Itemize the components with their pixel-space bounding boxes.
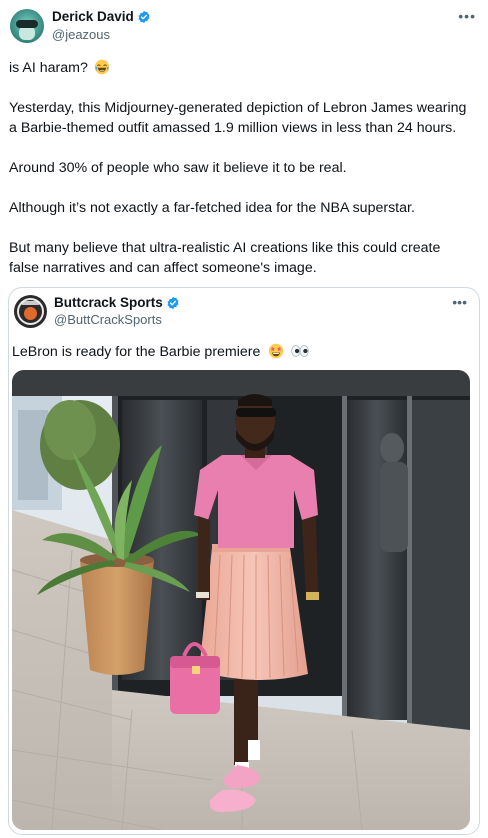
quoted-text: LeBron is ready for the Barbie premiere	[12, 344, 261, 360]
quoted-author-handle[interactable]: @ButtCrackSports	[54, 312, 162, 327]
tweet-media-photo[interactable]	[12, 370, 470, 830]
author-avatar[interactable]	[10, 9, 44, 43]
more-options-icon[interactable]: •••	[458, 8, 476, 24]
tweet-text: is AI haram? Yesterday, this Midjourney-…	[9, 58, 484, 298]
quoted-author-name[interactable]: Buttcrack Sports	[54, 295, 163, 310]
verified-badge-icon	[167, 296, 179, 309]
tweet-line-text: a Barbie-themed outfit amassed 1.9 milli…	[9, 120, 457, 136]
tweet-line-6: But many believe that ultra-realistic AI…	[9, 238, 484, 258]
quoted-name-row: Buttcrack Sports	[54, 295, 180, 310]
tweet-line-text: But many believe that ultra-realistic AI…	[9, 240, 441, 256]
verified-badge-icon	[138, 10, 150, 23]
tweet-line-text: false narratives and can affect someone'…	[9, 260, 317, 276]
tweet-line-3: a Barbie-themed outfit amassed 1.9 milli…	[9, 118, 484, 138]
tweet-line-7: false narratives and can affect someone'…	[9, 258, 484, 278]
tweet-line-2: Yesterday, this Midjourney-generated dep…	[9, 98, 484, 118]
quoted-more-options-icon[interactable]: •••	[452, 294, 467, 310]
quoted-author-avatar[interactable]	[14, 295, 47, 328]
tweet-card: Derick David @jeazous ••• is AI haram? Y…	[0, 0, 488, 838]
tweet-line-text: Around 30% of people who saw it believe …	[9, 160, 347, 176]
eyes-emoji-icon	[291, 345, 309, 357]
tweet-line-text: is AI haram?	[9, 60, 88, 76]
author-handle[interactable]: @jeazous	[52, 27, 110, 42]
laughing-emoji-icon	[94, 59, 110, 75]
lebron-barbie-photo-illustration	[12, 370, 470, 830]
star-struck-emoji-icon	[269, 343, 284, 359]
quoted-tweet[interactable]: Buttcrack Sports @ButtCrackSports ••• Le…	[8, 287, 480, 835]
quoted-tweet-text: LeBron is ready for the Barbie premiere	[12, 343, 310, 360]
tweet-line-text: Yesterday, this Midjourney-generated dep…	[9, 100, 467, 116]
tweet-line-text: Although it’s not exactly a far-fetched …	[9, 200, 415, 216]
author-name[interactable]: Derick David	[52, 9, 134, 24]
tweet-line-1: is AI haram?	[9, 58, 484, 78]
author-name-row: Derick David	[52, 9, 151, 24]
tweet-line-5: Although it’s not exactly a far-fetched …	[9, 198, 484, 218]
tweet-line-4: Around 30% of people who saw it believe …	[9, 158, 484, 178]
